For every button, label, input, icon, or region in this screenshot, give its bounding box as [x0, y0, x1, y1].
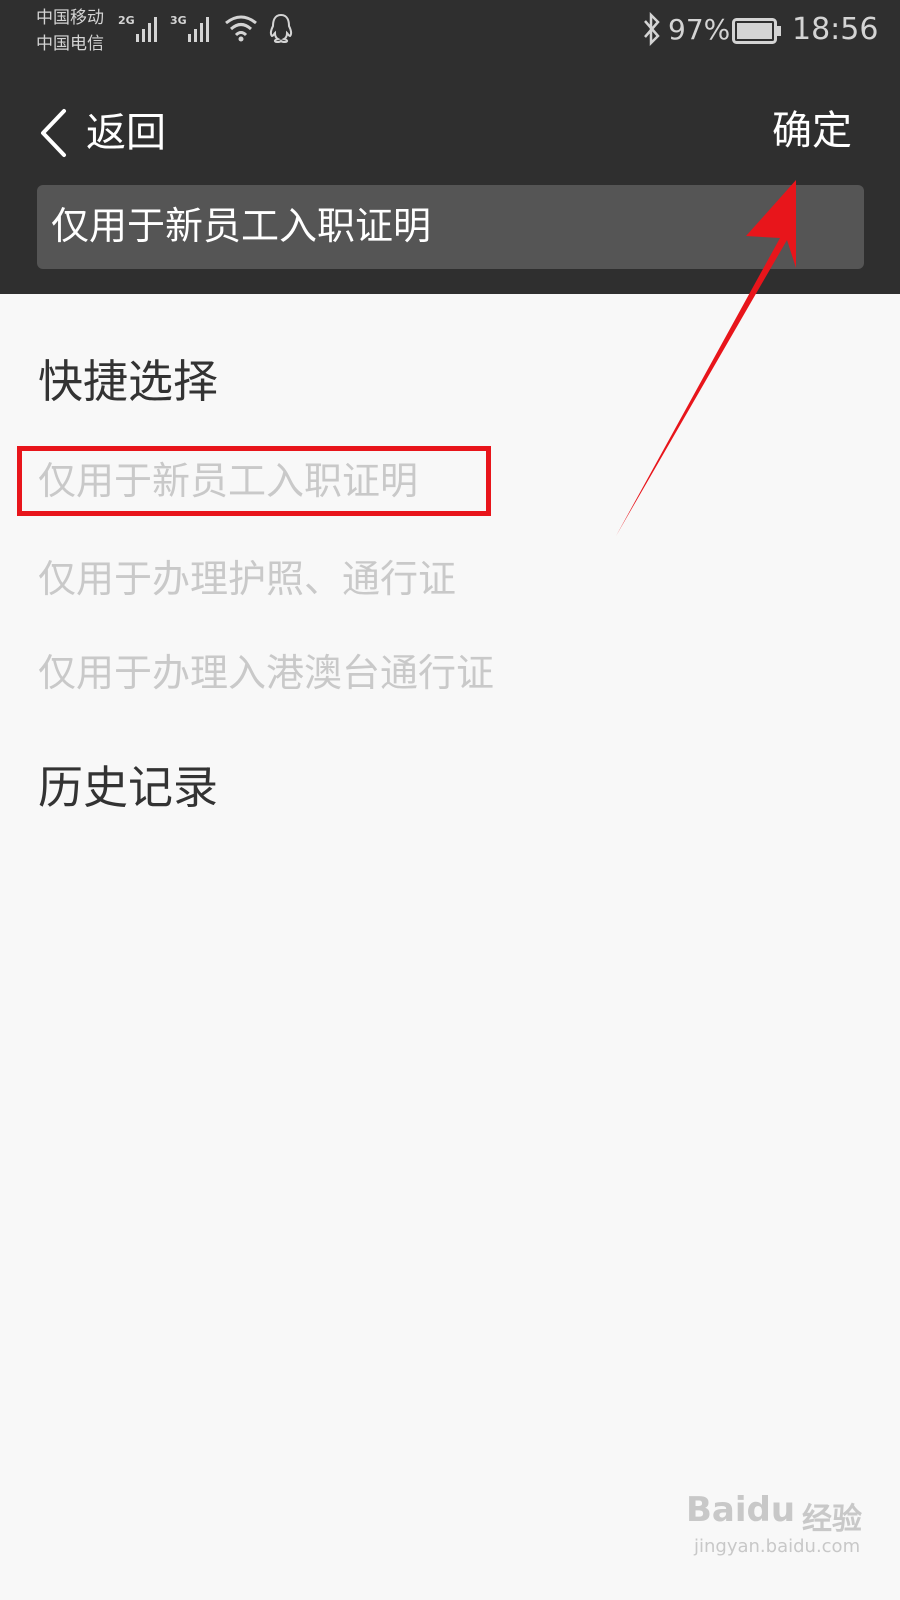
quick-select-item[interactable]: 仅用于办理入港澳台通行证	[38, 648, 494, 698]
watermark-brand-cn: 经验	[802, 1502, 862, 1537]
purpose-input-value: 仅用于新员工入职证明	[51, 204, 432, 248]
quick-select-heading: 快捷选择	[38, 355, 219, 408]
battery-icon	[732, 18, 781, 44]
status-time: 18:56	[792, 12, 879, 47]
carrier-1-label: 中国移动	[36, 8, 104, 28]
back-button-label: 返回	[86, 110, 166, 156]
network-type-2: 3G	[170, 14, 187, 27]
back-button[interactable]: 返回	[34, 104, 184, 160]
history-heading: 历史记录	[38, 761, 219, 814]
carrier-2-label: 中国电信	[36, 34, 104, 54]
confirm-button[interactable]: 确定	[772, 106, 852, 156]
watermark-url: jingyan.baidu.com	[694, 1536, 861, 1557]
quick-select-item[interactable]: 仅用于办理护照、通行证	[38, 554, 456, 604]
wifi-icon	[225, 15, 257, 42]
red-arrow-annotation	[616, 180, 796, 536]
qq-icon	[269, 13, 293, 44]
network-type-1: 2G	[118, 14, 135, 27]
highlight-box-annotation	[17, 446, 491, 516]
watermark-brand: Baidu	[686, 1490, 796, 1530]
status-bar: 中国移动 中国电信 2G 3G 97% 18:56	[0, 0, 900, 60]
bluetooth-icon	[644, 12, 660, 46]
battery-percent: 97%	[668, 13, 731, 46]
chevron-left-icon	[41, 109, 66, 157]
